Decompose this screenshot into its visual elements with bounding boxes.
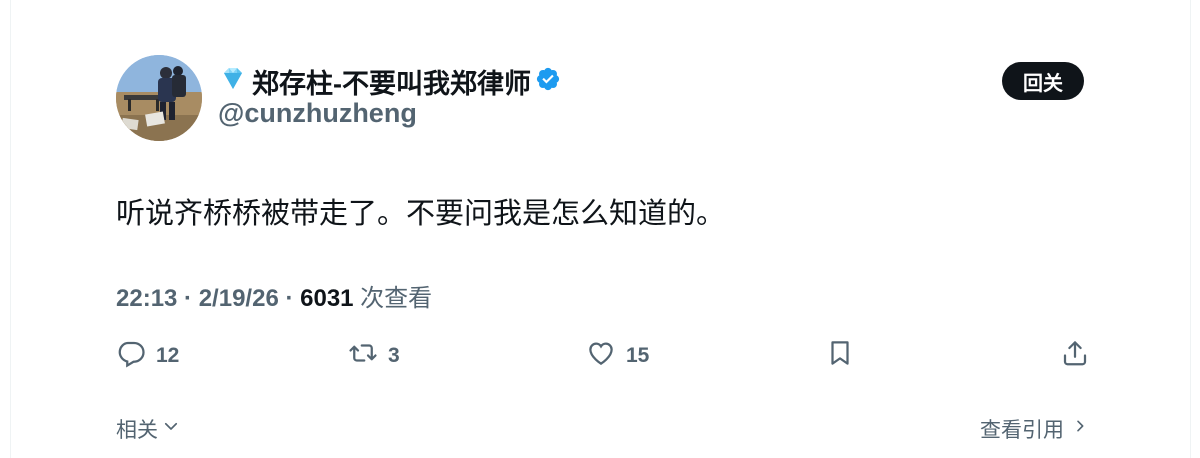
like-button[interactable]: 15 [586, 336, 649, 376]
share-icon [1060, 338, 1090, 374]
avatar[interactable] [116, 55, 202, 141]
diamond-icon [218, 64, 248, 99]
related-label: 相关 [116, 419, 158, 442]
tweet-timestamp[interactable]: 22:13 · 2/19/26 · [116, 285, 300, 312]
follow-back-button[interactable]: 回关 [1002, 62, 1084, 100]
share-button[interactable] [1060, 336, 1090, 376]
bookmark-icon [825, 338, 855, 374]
avatar-photo [116, 55, 202, 141]
author-name-row[interactable]: 郑存柱-不要叫我郑律师 [218, 62, 561, 101]
tweet-text: 听说齐桥桥被带走了。不要问我是怎么知道的。 [116, 198, 726, 230]
chevron-right-icon [1072, 417, 1088, 441]
author-handle[interactable]: @cunzhuzheng [218, 98, 417, 129]
verified-badge-icon [535, 66, 561, 97]
retweet-count: 3 [388, 344, 400, 367]
chevron-down-icon [162, 417, 180, 441]
view-quotes-link[interactable]: 查看引用 [980, 414, 1088, 444]
views-label: 次查看 [353, 285, 433, 312]
reply-button[interactable]: 12 [116, 336, 179, 376]
view-quotes-label: 查看引用 [980, 419, 1064, 442]
reply-icon [116, 338, 146, 374]
author-display-name[interactable]: 郑存柱-不要叫我郑律师 [252, 62, 531, 101]
action-bar: 12 3 15 [0, 336, 1200, 376]
heart-icon [586, 338, 616, 374]
reply-count: 12 [156, 344, 180, 367]
retweet-icon [348, 338, 378, 374]
retweet-button[interactable]: 3 [348, 336, 400, 376]
like-count: 15 [626, 344, 650, 367]
related-dropdown[interactable]: 相关 [116, 414, 180, 444]
views-count: 6031 [300, 285, 354, 312]
bookmark-button[interactable] [825, 336, 855, 376]
tweet-meta: 22:13 · 2/19/26 · 6031 次查看 [116, 278, 432, 313]
